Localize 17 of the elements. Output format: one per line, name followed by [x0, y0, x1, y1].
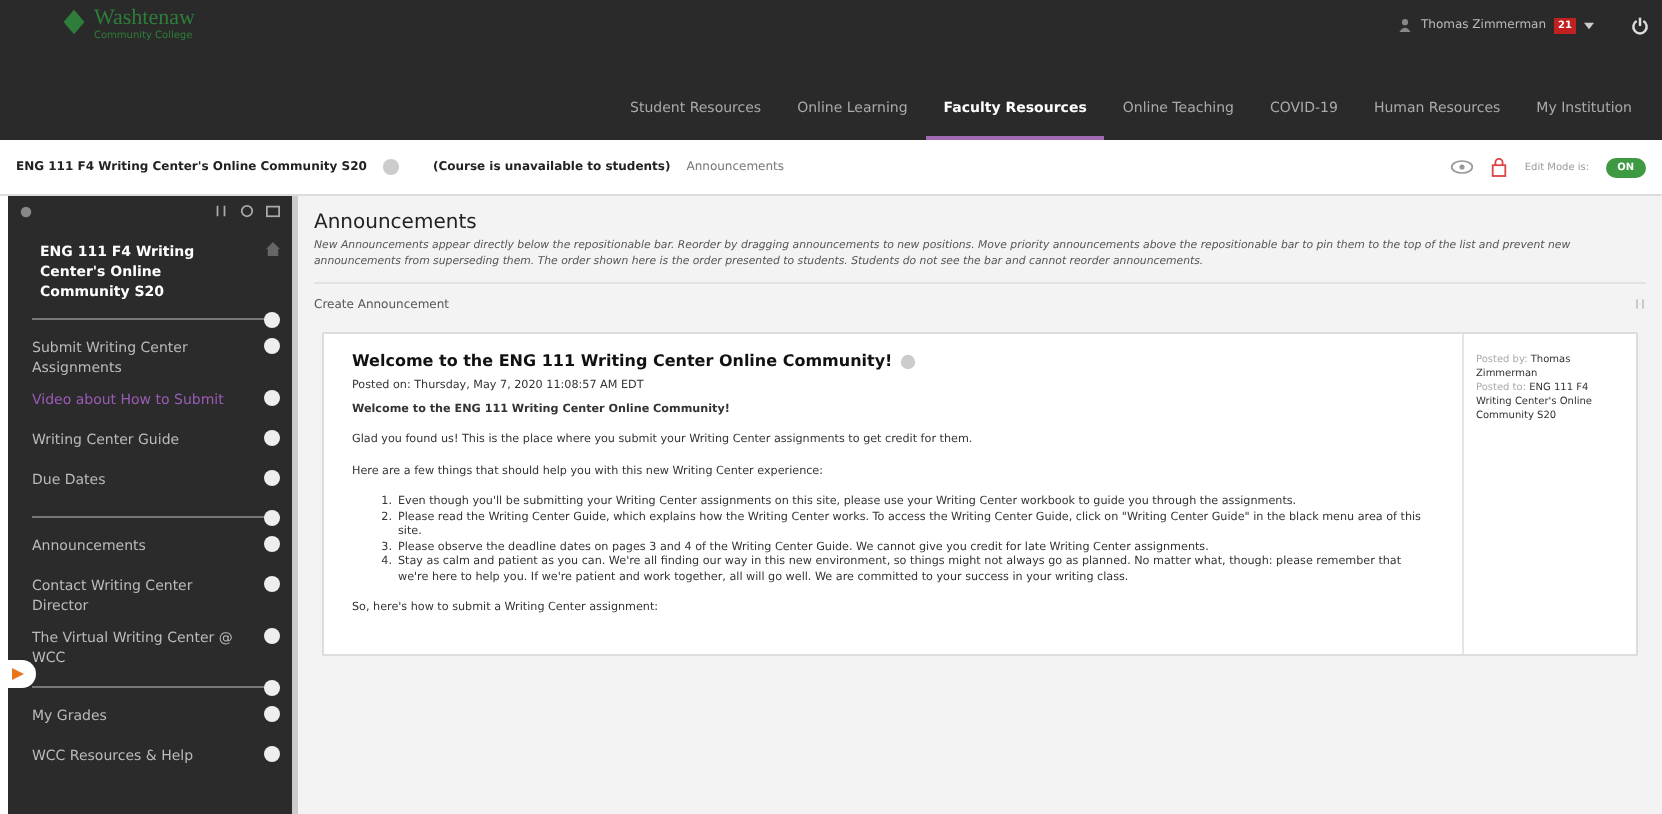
menu-item-handle[interactable] — [264, 628, 280, 644]
eye-icon[interactable] — [1450, 158, 1475, 176]
menu-item-handle[interactable] — [264, 470, 280, 486]
logo-name: Washtenaw — [94, 8, 195, 30]
page-title: Announcements — [314, 212, 479, 234]
menu-item-handle[interactable] — [264, 746, 280, 762]
home-icon[interactable] — [266, 242, 280, 256]
lock-icon[interactable] — [1490, 156, 1509, 178]
menu-item-handle[interactable] — [264, 576, 280, 592]
folder-icon[interactable] — [266, 204, 280, 218]
announcement-title: Welcome to the ENG 111 Writing Center Online Community! — [352, 354, 893, 370]
refresh-icon[interactable] — [240, 204, 254, 218]
person-icon — [1398, 18, 1413, 32]
menu-item-handle[interactable] — [264, 390, 280, 406]
caret-icon[interactable] — [1584, 21, 1594, 29]
power-icon[interactable] — [1630, 15, 1650, 35]
menu-item-handle[interactable] — [264, 430, 280, 446]
